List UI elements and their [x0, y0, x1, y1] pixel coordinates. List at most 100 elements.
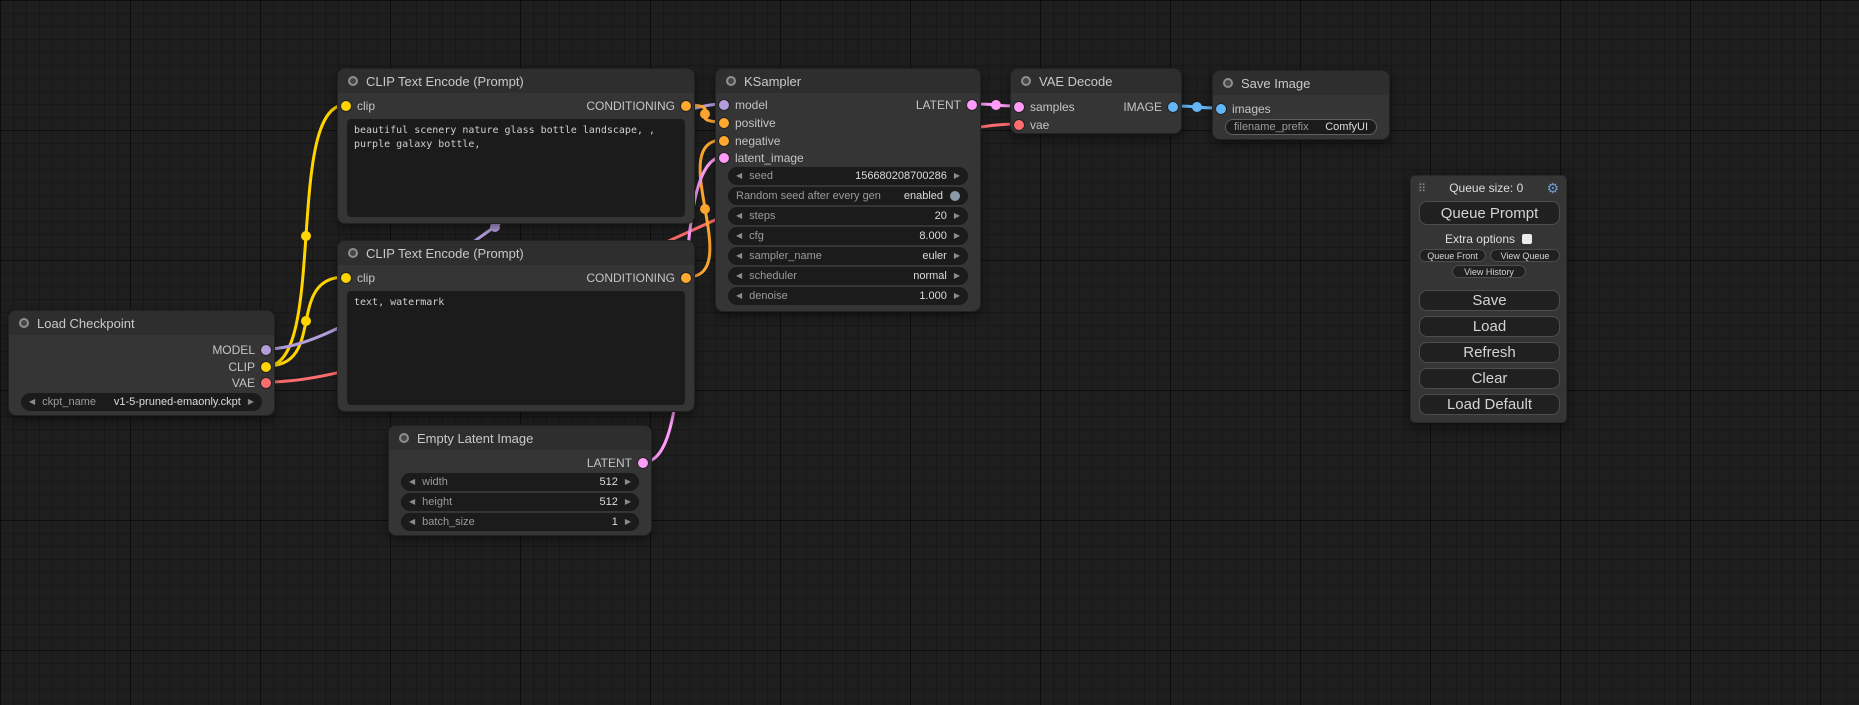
decrement-icon[interactable]: ◀ — [736, 232, 742, 240]
slot-label: CLIP — [228, 360, 255, 374]
node-title-bar[interactable]: Load Checkpoint — [9, 311, 274, 335]
node-ksampler[interactable]: KSampler model LATENT positive negative … — [715, 68, 981, 312]
decrement-icon[interactable]: ◀ — [736, 252, 742, 260]
prompt-textarea[interactable]: beautiful scenery nature glass bottle la… — [347, 119, 685, 217]
collapse-dot[interactable] — [348, 248, 358, 258]
decrement-icon[interactable]: ◀ — [409, 498, 415, 506]
widget-value: normal — [913, 270, 947, 282]
save-button[interactable]: Save — [1419, 290, 1560, 311]
increment-icon[interactable]: ▶ — [625, 478, 631, 486]
widget-height[interactable]: ◀ height 512 ▶ — [401, 493, 639, 511]
input-dot-negative[interactable] — [719, 136, 729, 146]
node-vae-decode[interactable]: VAE Decode samples IMAGE vae — [1010, 68, 1182, 134]
node-title-bar[interactable]: Save Image — [1213, 71, 1389, 95]
widget-ckpt-name[interactable]: ◀ ckpt_name v1-5-pruned-emaonly.ckpt ▶ — [21, 393, 262, 411]
input-dot-samples[interactable] — [1014, 102, 1024, 112]
widget-steps[interactable]: ◀ steps 20 ▶ — [728, 207, 968, 225]
input-slot-vae: vae — [1011, 116, 1049, 134]
refresh-button[interactable]: Refresh — [1419, 342, 1560, 363]
collapse-dot[interactable] — [19, 318, 29, 328]
node-title-bar[interactable]: KSampler — [716, 69, 980, 93]
increment-icon[interactable]: ▶ — [954, 252, 960, 260]
decrement-icon[interactable]: ◀ — [409, 478, 415, 486]
node-title-bar[interactable]: Empty Latent Image — [389, 426, 651, 450]
view-history-button[interactable]: View History — [1452, 265, 1526, 278]
load-default-button[interactable]: Load Default — [1419, 394, 1560, 415]
increment-icon[interactable]: ▶ — [625, 498, 631, 506]
increment-icon[interactable]: ▶ — [625, 518, 631, 526]
collapse-dot[interactable] — [726, 76, 736, 86]
prompt-textarea[interactable]: text, watermark — [347, 291, 685, 405]
collapse-dot[interactable] — [399, 433, 409, 443]
widget-cfg[interactable]: ◀ cfg 8.000 ▶ — [728, 227, 968, 245]
decrement-icon[interactable]: ◀ — [29, 398, 35, 406]
view-queue-button[interactable]: View Queue — [1490, 249, 1560, 262]
queue-prompt-button[interactable]: Queue Prompt — [1419, 201, 1560, 225]
widget-seed[interactable]: ◀ seed 156680208700286 ▶ — [728, 167, 968, 185]
increment-icon[interactable]: ▶ — [248, 398, 254, 406]
input-dot-clip[interactable] — [341, 101, 351, 111]
widget-label: filename_prefix — [1234, 121, 1309, 133]
decrement-icon[interactable]: ◀ — [736, 172, 742, 180]
output-dot-conditioning[interactable] — [681, 273, 691, 283]
output-slot-conditioning: CONDITIONING — [586, 269, 694, 287]
node-clip-text-encode-positive[interactable]: CLIP Text Encode (Prompt) clip CONDITION… — [337, 68, 695, 224]
node-title-bar[interactable]: CLIP Text Encode (Prompt) — [338, 241, 694, 265]
output-dot-vae[interactable] — [261, 378, 271, 388]
increment-icon[interactable]: ▶ — [954, 292, 960, 300]
increment-icon[interactable]: ▶ — [954, 232, 960, 240]
decrement-icon[interactable]: ◀ — [736, 272, 742, 280]
widget-value: 20 — [935, 210, 947, 222]
widget-denoise[interactable]: ◀ denoise 1.000 ▶ — [728, 287, 968, 305]
output-slot-vae: VAE — [232, 374, 274, 392]
input-dot-latent-image[interactable] — [719, 153, 729, 163]
node-empty-latent-image[interactable]: Empty Latent Image LATENT ◀ width 512 ▶ … — [388, 425, 652, 536]
widget-width[interactable]: ◀ width 512 ▶ — [401, 473, 639, 491]
toggle-knob[interactable] — [950, 191, 960, 201]
decrement-icon[interactable]: ◀ — [409, 518, 415, 526]
widget-scheduler[interactable]: ◀ scheduler normal ▶ — [728, 267, 968, 285]
node-title: Save Image — [1241, 76, 1310, 91]
decrement-icon[interactable]: ◀ — [736, 292, 742, 300]
input-dot-model[interactable] — [719, 100, 729, 110]
widget-random-seed-toggle[interactable]: Random seed after every gen enabled — [728, 187, 968, 205]
settings-gear-icon[interactable]: ⚙ — [1546, 180, 1559, 197]
slot-label: IMAGE — [1123, 100, 1162, 114]
output-dot-clip[interactable] — [261, 362, 271, 372]
widget-sampler-name[interactable]: ◀ sampler_name euler ▶ — [728, 247, 968, 265]
output-dot-latent[interactable] — [638, 458, 648, 468]
output-dot-image[interactable] — [1168, 102, 1178, 112]
input-dot-positive[interactable] — [719, 118, 729, 128]
collapse-dot[interactable] — [348, 76, 358, 86]
increment-icon[interactable]: ▶ — [954, 212, 960, 220]
node-graph-canvas[interactable]: Load Checkpoint MODEL CLIP VAE ◀ ckpt_na… — [0, 0, 1859, 705]
output-dot-latent[interactable] — [967, 100, 977, 110]
drag-handle-icon[interactable]: ⠿ — [1418, 182, 1426, 195]
widget-batch-size[interactable]: ◀ batch_size 1 ▶ — [401, 513, 639, 531]
node-load-checkpoint[interactable]: Load Checkpoint MODEL CLIP VAE ◀ ckpt_na… — [8, 310, 275, 416]
output-dot-model[interactable] — [261, 345, 271, 355]
output-dot-conditioning[interactable] — [681, 101, 691, 111]
node-title-bar[interactable]: VAE Decode — [1011, 69, 1181, 93]
node-title: Load Checkpoint — [37, 316, 135, 331]
increment-icon[interactable]: ▶ — [954, 172, 960, 180]
widget-label: batch_size — [422, 516, 475, 528]
queue-front-button[interactable]: Queue Front — [1419, 249, 1486, 262]
input-dot-clip[interactable] — [341, 273, 351, 283]
increment-icon[interactable]: ▶ — [954, 272, 960, 280]
extra-options-checkbox[interactable] — [1522, 234, 1532, 244]
node-clip-text-encode-negative[interactable]: CLIP Text Encode (Prompt) clip CONDITION… — [337, 240, 695, 412]
decrement-icon[interactable]: ◀ — [736, 212, 742, 220]
collapse-dot[interactable] — [1021, 76, 1031, 86]
input-slot-clip: clip — [338, 97, 375, 115]
node-title-bar[interactable]: CLIP Text Encode (Prompt) — [338, 69, 694, 93]
load-button[interactable]: Load — [1419, 316, 1560, 337]
input-dot-images[interactable] — [1216, 104, 1226, 114]
node-save-image[interactable]: Save Image images filename_prefix ComfyU… — [1212, 70, 1390, 140]
menu-header: ⠿ Queue size: 0 ⚙ — [1411, 178, 1566, 198]
clear-button[interactable]: Clear — [1419, 368, 1560, 389]
input-dot-vae[interactable] — [1014, 120, 1024, 130]
comfy-menu-panel[interactable]: ⠿ Queue size: 0 ⚙ Queue Prompt Extra opt… — [1410, 175, 1567, 423]
collapse-dot[interactable] — [1223, 78, 1233, 88]
widget-filename-prefix[interactable]: filename_prefix ComfyUI — [1225, 119, 1377, 135]
